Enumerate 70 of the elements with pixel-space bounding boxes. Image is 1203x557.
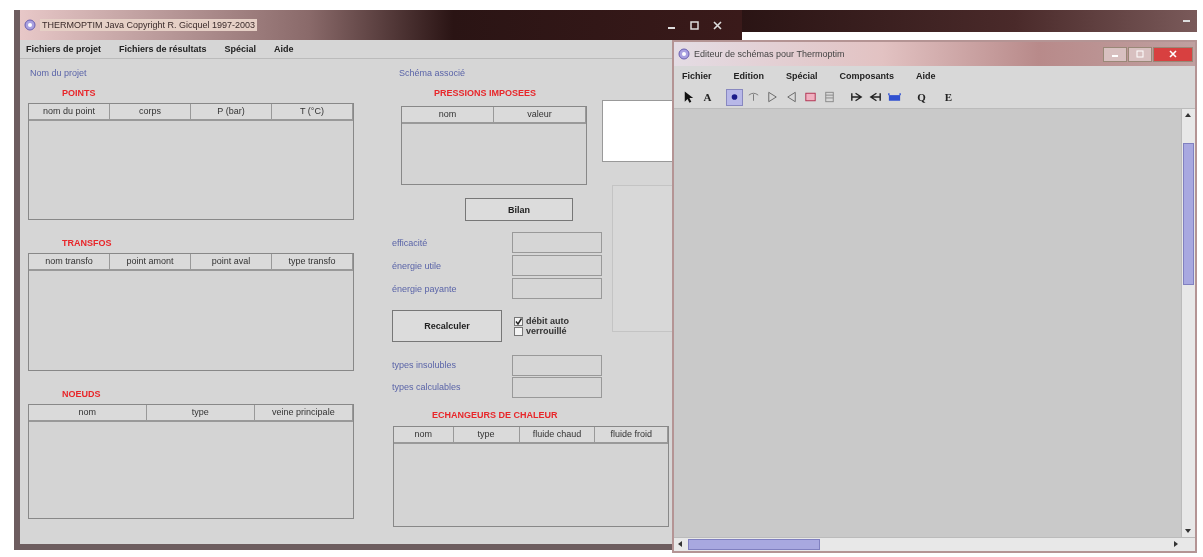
menu-item[interactable]: Fichier — [682, 71, 712, 81]
result-label: énergie payante — [392, 283, 457, 294]
minimize-button[interactable] — [1103, 46, 1127, 62]
close-icon[interactable] — [713, 20, 722, 30]
menu-item[interactable]: Spécial — [224, 44, 257, 54]
menu-item[interactable]: Aide — [916, 71, 936, 81]
scroll-thumb[interactable] — [1183, 143, 1194, 285]
column-header[interactable]: fluide chaud — [519, 427, 596, 442]
checkbox[interactable] — [514, 316, 523, 326]
tool-button[interactable]: Q — [913, 88, 930, 106]
triangle-icon — [765, 89, 780, 105]
section-title: POINTS — [62, 88, 97, 98]
horizontal-scrollbar[interactable] — [674, 537, 1195, 551]
window-title: THERMOPTIM Java Copyright R. Gicquel 1997-2003 — [40, 19, 258, 31]
tool-button[interactable]: A — [699, 88, 716, 106]
types-field[interactable] — [512, 354, 602, 376]
column-header[interactable]: type — [453, 427, 520, 442]
maximize-icon[interactable] — [690, 20, 699, 30]
tool-button[interactable]: E — [940, 88, 957, 106]
column-header[interactable]: point amont — [110, 254, 191, 269]
menu-item[interactable]: Fichiers de projet — [26, 44, 102, 54]
section-title: NOEUDS — [62, 389, 102, 399]
menu-item[interactable]: Composants — [839, 71, 895, 81]
recalculate-button[interactable]: Recalculer — [392, 310, 502, 342]
column-header[interactable]: T (°C) — [272, 104, 353, 119]
tool-button[interactable] — [726, 88, 743, 106]
column-header[interactable]: veine principale — [254, 405, 353, 420]
scroll-thumb[interactable] — [688, 539, 820, 550]
column-header[interactable]: fluide froid — [595, 427, 668, 442]
column-header[interactable]: nom — [402, 107, 494, 122]
result-field[interactable] — [512, 278, 602, 299]
window-title: Editeur de schémas pour Thermoptim — [694, 49, 845, 59]
column-header[interactable]: P (bar) — [191, 104, 272, 119]
checkbox-label[interactable]: verrouillé — [526, 326, 567, 336]
column-header[interactable]: nom du point — [29, 104, 110, 119]
close-icon — [1169, 50, 1177, 58]
menu-item[interactable]: Aide — [274, 44, 294, 54]
column-header[interactable]: valeur — [494, 107, 586, 122]
menu-item[interactable]: Edition — [733, 71, 764, 81]
vertical-scrollbar[interactable] — [1181, 109, 1195, 537]
bilan-button[interactable]: Bilan — [465, 198, 573, 221]
column-header[interactable]: type transfo — [272, 254, 353, 269]
close-button[interactable] — [1153, 46, 1193, 62]
maximize-icon — [1136, 50, 1144, 58]
menu-item[interactable]: Spécial — [786, 71, 818, 81]
types-label: types insolubles — [392, 360, 457, 370]
result-field[interactable] — [512, 255, 602, 276]
result-field[interactable] — [512, 232, 602, 253]
striped-box-icon — [822, 89, 837, 105]
section-title: TRANSFOS — [62, 238, 113, 248]
section-title: PRESSIONS IMPOSEES — [434, 88, 538, 98]
types-field[interactable] — [512, 376, 602, 398]
menu-item[interactable]: Fichiers de résultats — [119, 44, 207, 54]
column-header[interactable]: nom transfo — [29, 254, 110, 269]
result-label: énergie utile — [392, 260, 442, 271]
app-icon — [24, 19, 36, 31]
column-header[interactable]: point aval — [191, 254, 272, 269]
triangle-icon — [784, 89, 799, 105]
project-label: Nom du projet — [30, 68, 88, 78]
checkbox[interactable] — [514, 326, 523, 336]
app-icon — [678, 48, 690, 60]
section-title: ECHANGEURS DE CHALEUR — [432, 410, 559, 420]
column-header[interactable]: corps — [110, 104, 191, 119]
column-header[interactable]: type — [146, 405, 255, 420]
column-header[interactable]: nom — [29, 405, 147, 420]
checkbox-label[interactable]: débit auto — [526, 316, 569, 326]
column-header[interactable]: nom — [394, 427, 454, 442]
types-label: types calculables — [392, 382, 461, 392]
maximize-button[interactable] — [1128, 46, 1152, 62]
result-label: efficacité — [392, 237, 428, 248]
